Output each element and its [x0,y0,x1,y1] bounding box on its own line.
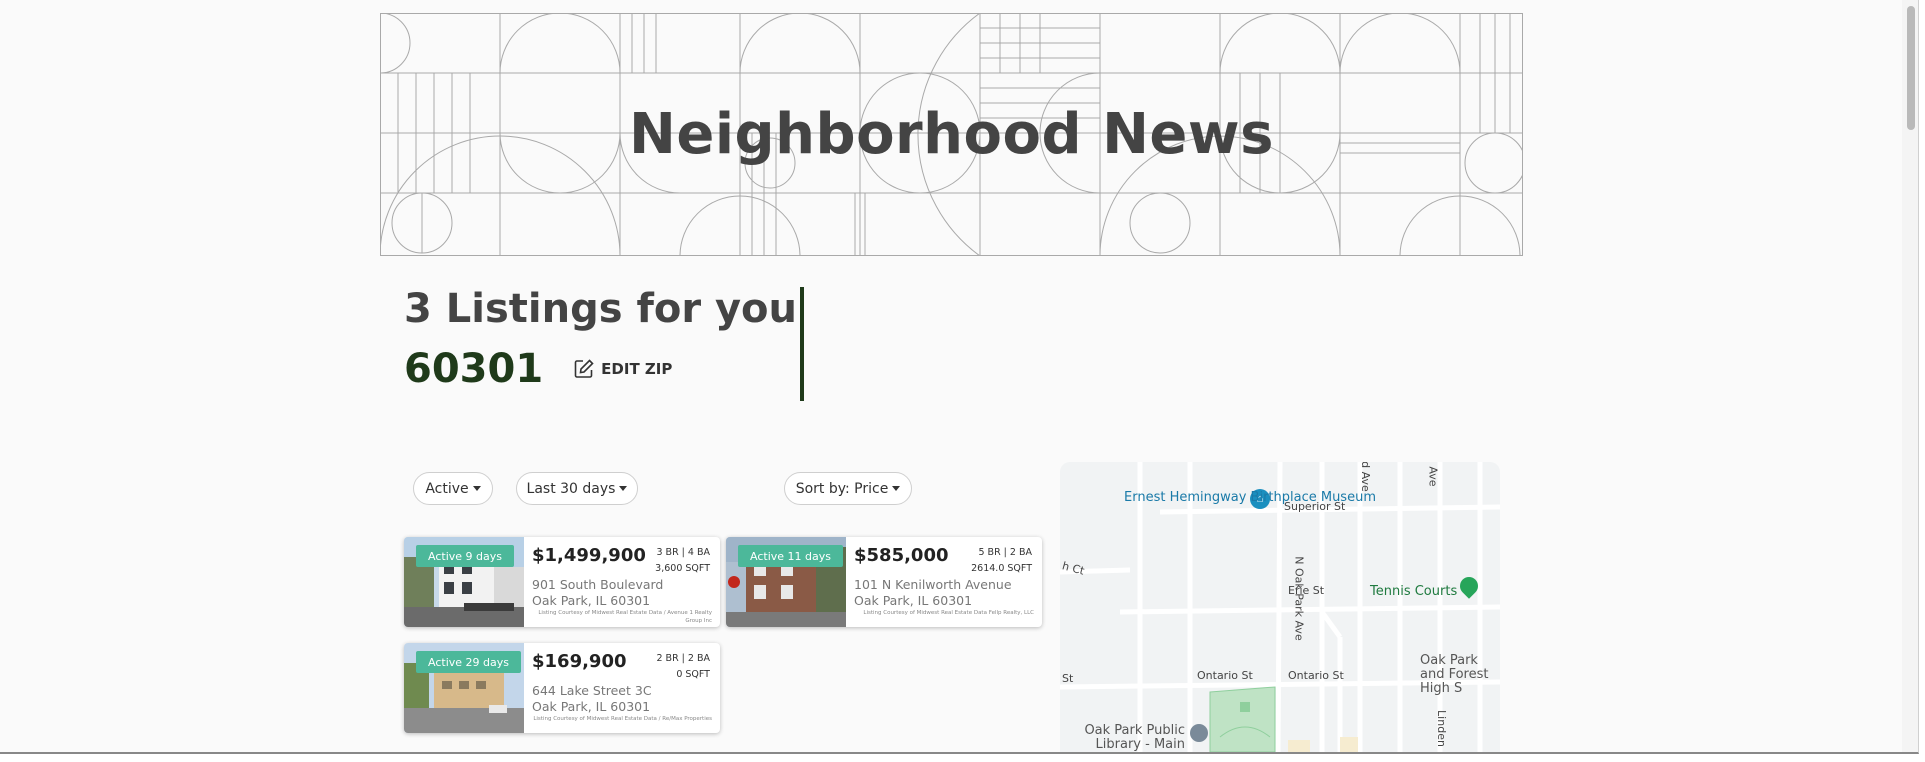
listing-specs: 3 BR | 4 BA 3,600 SQFT [655,545,710,577]
sort-dropdown[interactable]: Sort by: Price [784,472,912,505]
city: Oak Park, IL 60301 [532,593,651,608]
listings-map[interactable]: ⌂ Ernest Hemingway Birthplace Museum Sup… [1060,462,1500,752]
zip-row: 60301 EDIT ZIP [404,346,672,392]
zip-code: 60301 [404,346,544,392]
city: Oak Park, IL 60301 [532,699,651,714]
vertical-scrollbar[interactable] [1902,0,1918,752]
sqft: 0 SQFT [676,669,710,680]
listing-courtesy: Listing Courtesy of Midwest Real Estate … [538,610,712,624]
beds-baths: 2 BR | 2 BA [656,653,710,664]
status-badge: Active 11 days [738,545,843,567]
sqft: 2614.0 SQFT [971,563,1032,574]
listing-card[interactable]: Active 11 days $585,000 5 BR | 2 BA 2614… [726,537,1042,627]
listings-count-heading: 3 Listings for you [404,286,798,332]
edit-zip-button[interactable]: EDIT ZIP [573,358,672,380]
map-label-linden: Linden [1434,710,1448,747]
listing-photo[interactable]: Active 11 days [726,537,846,627]
listing-specs: 2 BR | 2 BA 0 SQFT [656,651,710,683]
listing-price: $585,000 [854,545,949,566]
sqft: 3,600 SQFT [655,563,710,574]
edit-zip-label: EDIT ZIP [601,360,673,378]
city: Oak Park, IL 60301 [854,593,973,608]
edit-icon [574,359,594,378]
listing-photo[interactable]: Active 9 days [404,537,524,627]
beds-baths: 3 BR | 4 BA [656,547,710,558]
beds-baths: 5 BR | 2 BA [978,547,1032,558]
listing-specs: 5 BR | 2 BA 2614.0 SQFT [971,545,1032,577]
header-divider [800,287,804,401]
status-badge: Active 29 days [416,651,521,673]
chevron-down-icon [619,486,628,491]
map-label-ave-top-1: d Ave [1358,462,1372,492]
listing-address: 901 South Boulevard Oak Park, IL 60301 [532,577,663,609]
listing-courtesy: Listing Courtesy of Midwest Real Estate … [863,610,1034,616]
hero-banner: Neighborhood News [380,13,1523,256]
map-label-oak-park-ave: N Oak Park Ave [1292,556,1306,641]
listing-courtesy: Listing Courtesy of Midwest Real Estate … [533,716,712,722]
period-filter-dropdown[interactable]: Last 30 days [516,472,638,505]
listing-photo[interactable]: Active 29 days [404,643,524,733]
street: 101 N Kenilworth Avenue [854,577,1012,592]
scrollbar-thumb[interactable] [1907,6,1915,130]
listing-card[interactable]: Active 9 days $1,499,900 3 BR | 4 BA 3,6… [404,537,720,627]
status-badge: Active 9 days [416,545,514,567]
listing-price: $1,499,900 [532,545,646,566]
map-label-high-school: Oak Park and Forest High S [1420,654,1489,696]
map-label-ontario-east: Ontario St [1288,669,1344,682]
listings-header: 3 Listings for you 60301 EDIT ZIP [404,286,798,392]
status-filter-dropdown[interactable]: Active [413,472,493,505]
map-streets [1060,462,1500,752]
page-title: Neighborhood News [629,102,1274,167]
chevron-down-icon [892,486,901,491]
library-pin-icon[interactable] [1190,724,1208,742]
map-label-st-left: St [1062,672,1074,685]
listing-address: 644 Lake Street 3C Oak Park, IL 60301 [532,683,652,715]
map-label-superior: Superior St [1284,500,1346,513]
map-label-tennis: Tennis Courts [1370,584,1458,599]
listing-card[interactable]: Active 29 days $169,900 2 BR | 2 BA 0 SQ… [404,643,720,733]
street: 644 Lake Street 3C [532,683,652,698]
map-label-ave-top-2: Ave [1426,466,1440,487]
page-viewport: Neighborhood News 3 Listings for you 603… [0,0,1919,754]
sort-label: Sort by: Price [795,480,889,497]
map-label-ontario-west: Ontario St [1197,669,1253,682]
listing-price: $169,900 [532,651,627,672]
street: 901 South Boulevard [532,577,664,592]
status-filter-label: Active [425,480,469,497]
map-label-library: Oak Park Public Library - Main Library [1084,724,1185,752]
chevron-down-icon [472,486,481,491]
listing-address: 101 N Kenilworth Avenue Oak Park, IL 603… [854,577,1012,609]
period-filter-label: Last 30 days [526,480,616,497]
